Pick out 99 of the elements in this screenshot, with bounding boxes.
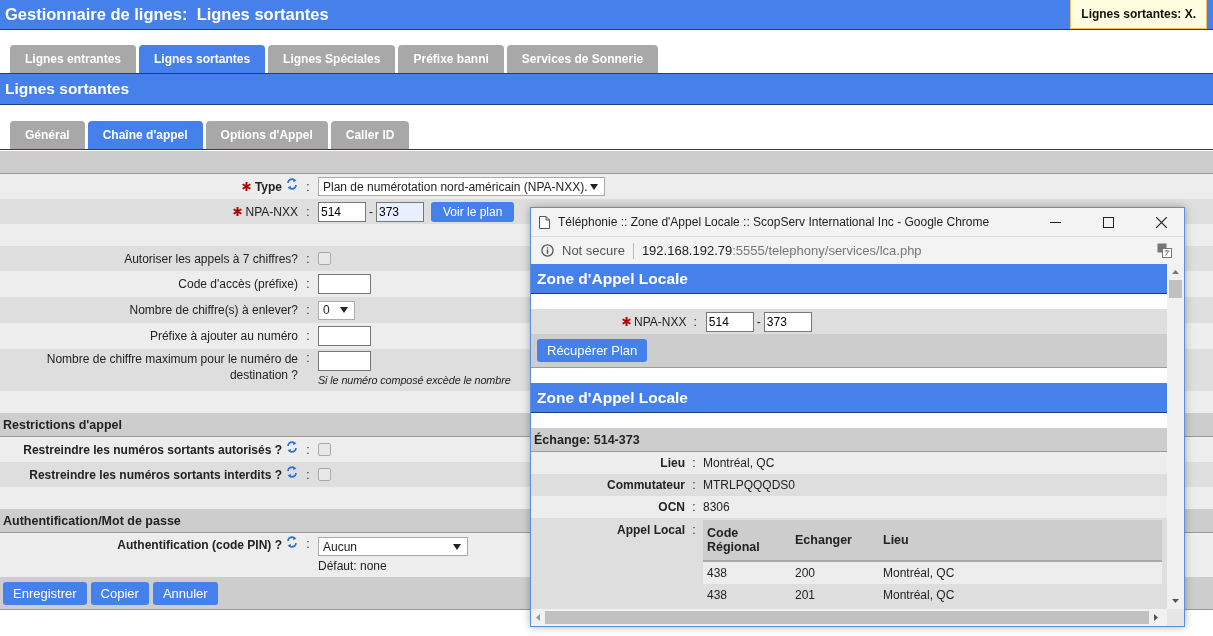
field-label: Type (254, 178, 282, 195)
window-title: Téléphonie :: Zone d'Appel Locale :: ScopServ International Inc - Google Chrome (558, 215, 991, 229)
separator: : (305, 251, 311, 266)
field-label: Appel Local (616, 523, 685, 537)
url-text: 192.168.192.79:5555/telephony/services/lca.php (641, 243, 923, 258)
scrollbar-thumb[interactable] (1169, 280, 1182, 298)
close-icon[interactable] (1156, 216, 1167, 228)
tab[interactable]: Lignes sortantes (139, 45, 266, 73)
action-button[interactable]: Copier (90, 581, 149, 605)
field-value: MTRLPQQQDS0 (703, 478, 795, 492)
field-label: Commutateur (606, 478, 685, 492)
tab[interactable]: Chaîne d'appel (87, 121, 203, 149)
tab[interactable]: Services de Sonnerie (506, 45, 659, 73)
field-value: 8306 (703, 500, 730, 514)
tab[interactable]: Lignes entrantes (10, 45, 137, 73)
section-title: Lignes sortantes (5, 80, 130, 98)
field-label: OCN (657, 500, 685, 514)
field-label: Lieu (659, 456, 685, 470)
hint-text: Défaut: none (318, 559, 387, 573)
security-label: Not secure (562, 243, 625, 258)
action-button[interactable]: Annuler (152, 581, 218, 605)
separator: : (305, 277, 311, 291)
checkbox[interactable] (318, 468, 331, 481)
separator: : (305, 351, 311, 365)
dropdown[interactable]: Aucun (318, 537, 468, 556)
page-icon (539, 215, 550, 229)
column-header: Lieu (879, 520, 1162, 561)
table-cell: 200 (791, 561, 879, 584)
table-cell: Montréal, QC (879, 561, 1162, 584)
page-title: Gestionnaire de lignes: Lignes sortantes (5, 5, 329, 24)
panel-title: Zone d'Appel Locale (537, 269, 688, 288)
field-label: Autoriser les appels à 7 chiffres? (124, 250, 298, 267)
column-header: Echanger (791, 520, 879, 561)
dropdown[interactable]: 0 (318, 300, 355, 320)
caret-icon (340, 307, 348, 313)
separator: : (305, 442, 311, 457)
hint-text: Si le numéro composé excède le nombre (318, 374, 511, 386)
separator: : (305, 537, 311, 551)
separator: : (305, 467, 311, 482)
tab[interactable]: Préfixe banni (398, 45, 504, 73)
scroll-left-icon[interactable] (536, 614, 540, 621)
field-label: NPA-NXX (245, 203, 298, 220)
field-label: Préfixe à ajouter au numéro (149, 328, 298, 344)
scroll-right-icon[interactable] (1154, 614, 1158, 621)
refresh-icon[interactable] (286, 464, 298, 479)
caret-icon (453, 543, 461, 550)
maximize-icon[interactable] (1103, 216, 1114, 228)
dash: - (369, 204, 373, 219)
refresh-icon[interactable] (286, 176, 298, 191)
separator: : (691, 500, 697, 514)
column-header: Code Régional (703, 520, 791, 561)
table-cell: 438 (703, 561, 791, 584)
input-field[interactable] (318, 326, 371, 346)
translate-icon[interactable] (1157, 243, 1172, 258)
npa-field[interactable]: 514 (705, 311, 754, 332)
info-icon[interactable] (541, 244, 554, 257)
group-title: Restrictions d'appel (3, 417, 122, 432)
field-label: Nombre de chiffre maximum pour le numéro de destination ? (45, 351, 298, 383)
dropdown[interactable]: Plan de numérotation nord-américain (NPA-NXX). (318, 177, 605, 196)
caret-icon (590, 183, 598, 190)
tab[interactable]: Caller ID (330, 121, 410, 149)
dash: - (756, 314, 761, 329)
refresh-icon[interactable] (286, 535, 298, 549)
field-label: Nombre de chiffre(s) à enlever? (129, 302, 298, 318)
field-label: Authentification (code PIN) ? (117, 537, 282, 553)
field-label: Restreindre les numéros sortants interdits ? (29, 466, 282, 483)
view-plan-button[interactable]: Voir le plan (431, 201, 515, 222)
nxx-field[interactable]: 373 (376, 201, 424, 222)
group-title: Authentification/Mot de passe (3, 513, 181, 528)
separator: : (305, 329, 311, 343)
separator: : (305, 303, 311, 317)
fetch-plan-button[interactable]: Récupérer Plan (537, 339, 648, 362)
scrollbar-thumb[interactable] (545, 611, 1149, 624)
checkbox[interactable] (318, 443, 331, 456)
input-field[interactable] (318, 351, 371, 371)
refresh-icon[interactable] (286, 439, 298, 454)
separator: : (693, 314, 697, 329)
field-label: Code d'accès (préfixe) (178, 276, 298, 292)
panel-title: Zone d'Appel Locale (537, 388, 688, 407)
field-label: Restreindre les numéros sortants autorisés ? (23, 441, 282, 458)
tab[interactable]: Options d'Appel (205, 121, 328, 149)
required-icon (622, 317, 631, 326)
separator: : (691, 478, 697, 492)
checkbox[interactable] (318, 252, 331, 265)
tab[interactable]: Lignes Spéciales (268, 45, 396, 73)
separator: : (691, 523, 697, 537)
group-title: Échange: 514-373 (534, 432, 640, 447)
scroll-down-icon[interactable] (1172, 599, 1179, 603)
input-field[interactable] (318, 274, 371, 294)
tab[interactable]: Général (10, 121, 85, 149)
separator: : (691, 456, 697, 470)
separator: : (305, 179, 311, 194)
field-value: Montréal, QC (703, 456, 775, 470)
npa-field[interactable]: 514 (318, 201, 366, 222)
field-label: NPA-NXX (634, 313, 687, 330)
tooltip: Lignes sortantes: X. (1070, 0, 1207, 29)
action-button[interactable]: Enregistrer (3, 581, 87, 605)
separator: : (305, 204, 311, 219)
nxx-field[interactable]: 373 (763, 311, 812, 332)
